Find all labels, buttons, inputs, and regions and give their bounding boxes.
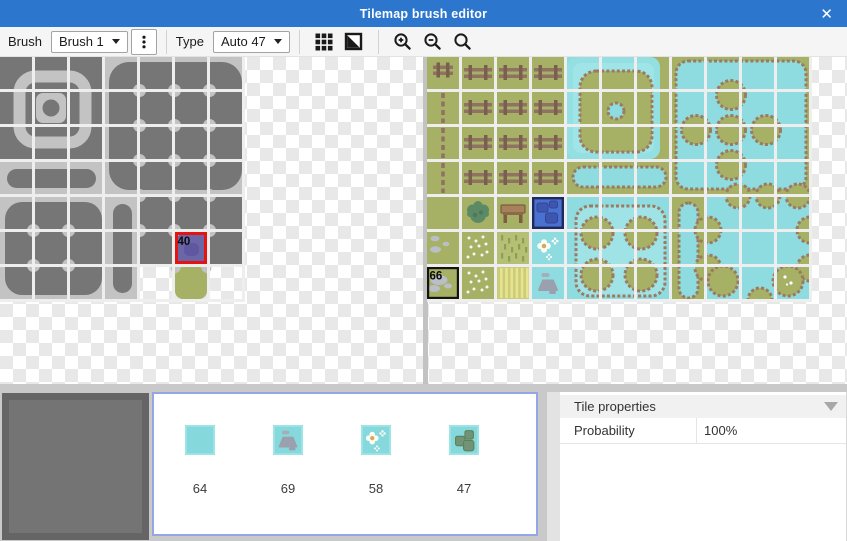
- property-value[interactable]: 100%: [697, 418, 737, 443]
- mask-toggle-button[interactable]: [341, 29, 367, 55]
- main-tile-area: 40 66: [0, 57, 847, 384]
- tile-decal-tallgrass: [497, 232, 529, 264]
- grid-icon: [315, 33, 333, 50]
- tile-number: 69: [280, 481, 296, 496]
- close-icon[interactable]: ✕: [816, 0, 837, 27]
- tile-properties-header[interactable]: Tile properties: [560, 395, 846, 418]
- tile-preview-64: [185, 425, 215, 455]
- tile-number: 58: [368, 481, 384, 496]
- toolbar-separator: [165, 29, 167, 54]
- brush-select[interactable]: Brush 1: [50, 30, 128, 53]
- zoom-reset-button[interactable]: [450, 29, 476, 55]
- tileset-tile[interactable]: [140, 232, 172, 264]
- brush-label: Brush: [8, 34, 42, 49]
- kebab-menu-button[interactable]: [130, 28, 157, 55]
- grid-view-button[interactable]: [311, 29, 337, 55]
- chevron-down-icon: [273, 39, 282, 44]
- selected-tile-label: 40: [178, 236, 191, 248]
- tileset-tile[interactable]: [140, 197, 172, 229]
- collapse-triangle-icon[interactable]: [824, 402, 838, 411]
- left-tileset-canvas[interactable]: 40: [0, 57, 245, 302]
- marked-tile-label: 66: [430, 271, 443, 283]
- tile-number: 64: [192, 481, 208, 496]
- tileset-tile[interactable]: [497, 92, 529, 124]
- zoom-in-icon: [394, 33, 412, 50]
- toolbar: Brush Brush 1 Type Auto 47: [0, 27, 847, 57]
- tileset-tile[interactable]: [462, 267, 494, 299]
- tile-card[interactable]: 64: [156, 425, 244, 534]
- zoom-reset-icon: [454, 33, 472, 50]
- diagonal-mask-icon: [345, 32, 363, 51]
- tileset-tile[interactable]: [497, 127, 529, 159]
- tileset-tile[interactable]: [497, 57, 529, 89]
- tileset-tile[interactable]: [462, 162, 494, 194]
- tileset-tile[interactable]: [497, 162, 529, 194]
- tileset-tile[interactable]: [210, 197, 242, 229]
- tileset-tile[interactable]: [532, 57, 564, 89]
- tileset-tile[interactable]: [462, 57, 494, 89]
- brush-select-value: Brush 1: [58, 34, 104, 49]
- type-label: Type: [175, 34, 204, 49]
- title-bar: Tilemap brush editor ✕: [0, 0, 847, 27]
- tile-number: 47: [456, 481, 472, 496]
- tileset-tile[interactable]: [175, 267, 207, 299]
- property-name: Probability: [560, 418, 697, 443]
- tileset-tile[interactable]: [175, 197, 207, 229]
- brush-preview-panel: [2, 393, 149, 540]
- property-row: Probability 100%: [560, 418, 846, 444]
- type-select[interactable]: Auto 47: [212, 30, 290, 53]
- tile-card[interactable]: 69: [244, 425, 332, 534]
- tileset-tile[interactable]: [532, 162, 564, 194]
- bottom-section: 64 69 58 47 Tile properties Probability …: [0, 384, 847, 541]
- dialog-title: Tilemap brush editor: [359, 6, 488, 21]
- tilemap-brush-editor-dialog: Tilemap brush editor ✕ Brush Brush 1 Typ…: [0, 0, 847, 541]
- selected-tiles-panel: 64 69 58 47: [152, 392, 538, 536]
- tileset-tile[interactable]: [427, 197, 459, 229]
- kebab-icon: [142, 35, 146, 48]
- tileset-tile[interactable]: [462, 232, 494, 264]
- tile-properties-panel: Tile properties Probability 100%: [547, 392, 847, 541]
- zoom-out-icon: [424, 33, 442, 50]
- tile-card[interactable]: 58: [332, 425, 420, 534]
- tile-preview-69: [273, 425, 303, 455]
- tileset-tile[interactable]: [462, 127, 494, 159]
- tileset-tile[interactable]: [532, 92, 564, 124]
- tileset-tile[interactable]: [210, 232, 242, 264]
- tile-decal-ystripes: [497, 267, 529, 299]
- tile-preview-47: [449, 425, 479, 455]
- toolbar-separator: [377, 29, 379, 54]
- tile-preview-58: [361, 425, 391, 455]
- properties-left-gutter: [547, 392, 560, 541]
- type-select-value: Auto 47: [220, 34, 266, 49]
- tileset-tile[interactable]: [742, 232, 774, 264]
- toolbar-separator: [298, 29, 300, 54]
- zoom-out-button[interactable]: [420, 29, 446, 55]
- zoom-in-button[interactable]: [390, 29, 416, 55]
- tile-properties-title: Tile properties: [574, 399, 656, 414]
- right-tileset-canvas[interactable]: 66: [427, 57, 812, 302]
- chevron-down-icon: [111, 39, 120, 44]
- tileset-tile[interactable]: [462, 92, 494, 124]
- tileset-tile[interactable]: [532, 127, 564, 159]
- tile-card[interactable]: 47: [420, 425, 508, 534]
